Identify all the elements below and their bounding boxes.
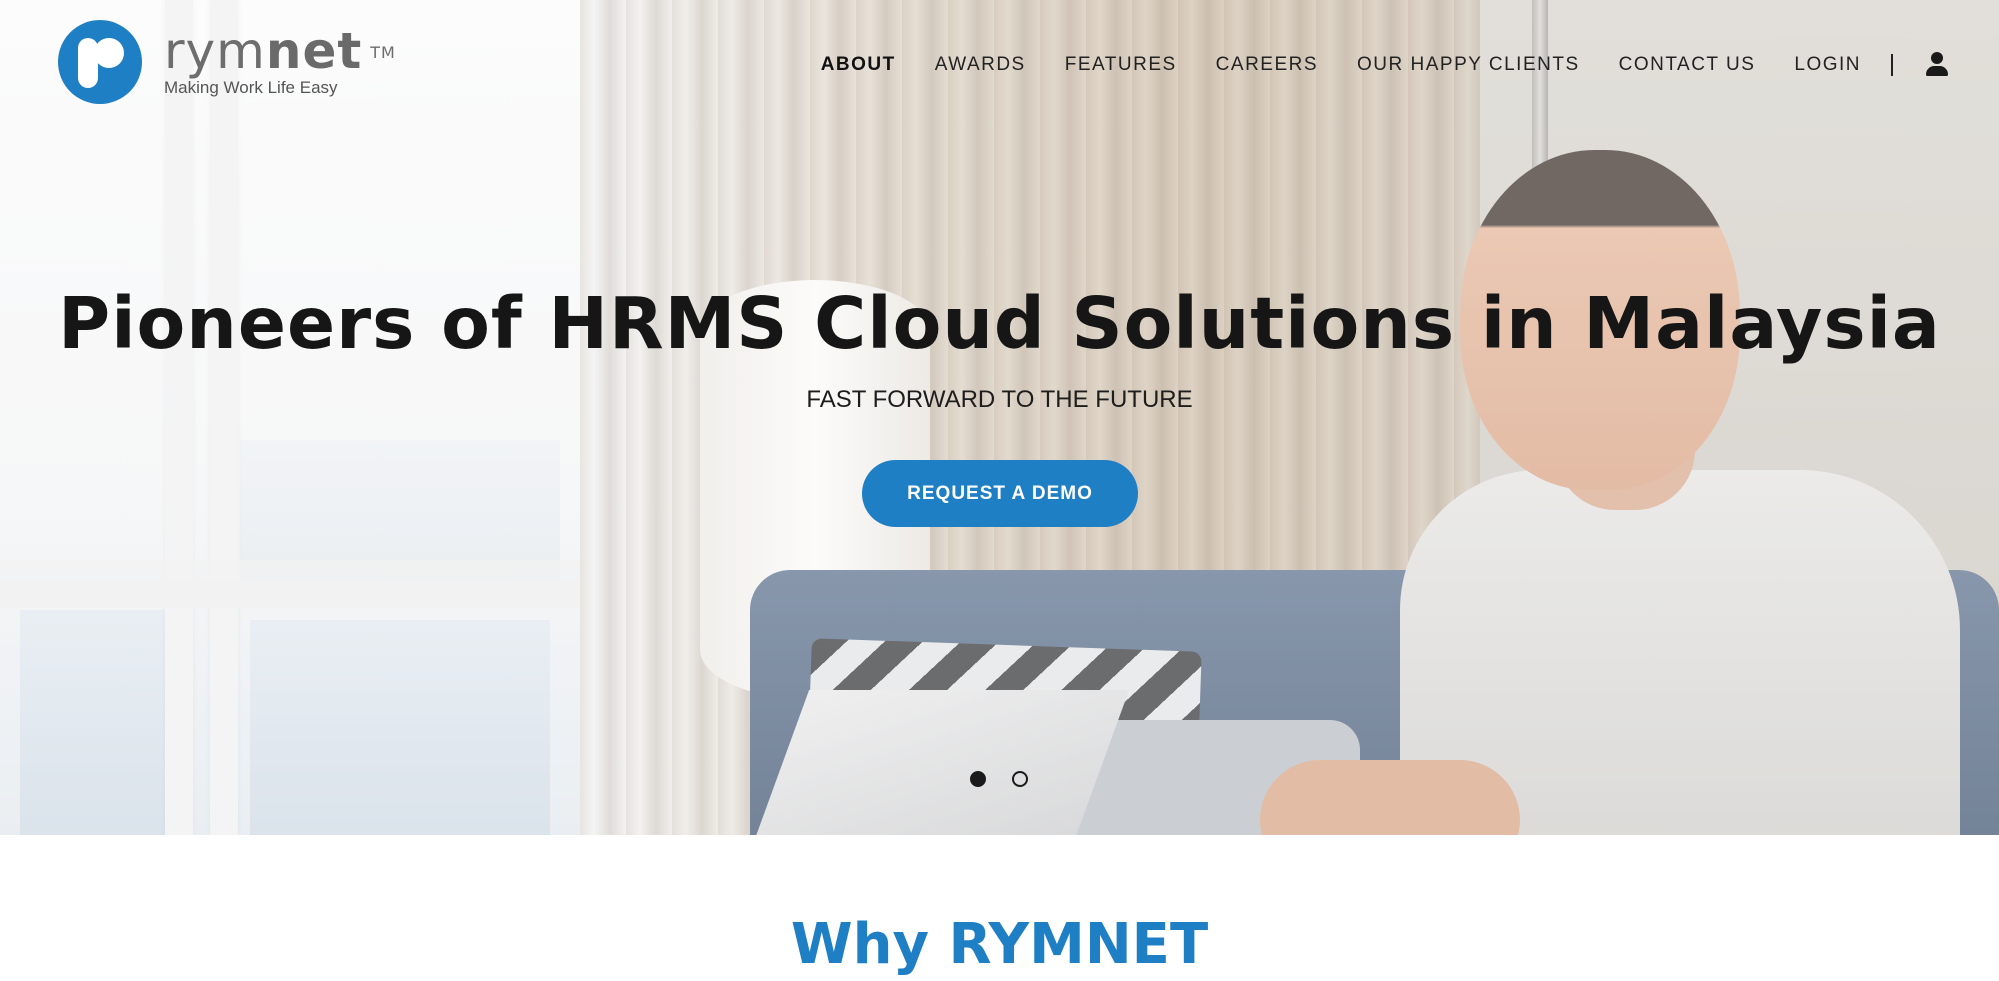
logo-icon	[58, 20, 142, 104]
hero-banner	[0, 0, 1999, 835]
nav-item-contact-us[interactable]: CONTACT US	[1619, 54, 1756, 76]
why-section-heading: Why RYMNET	[790, 912, 1209, 977]
hero-subtitle: FAST FORWARD TO THE FUTURE	[806, 386, 1193, 413]
nav-item-happy-clients[interactable]: OUR HAPPY CLIENTS	[1357, 54, 1580, 76]
brand-tagline: Making Work Life Easy	[164, 78, 338, 97]
user-icon[interactable]	[1925, 52, 1949, 78]
nav-item-login[interactable]: LOGIN	[1794, 54, 1861, 76]
brand-name-light: rym	[164, 22, 266, 80]
nav-item-features[interactable]: FEATURES	[1065, 54, 1177, 76]
request-demo-button[interactable]: REQUEST A DEMO	[862, 460, 1138, 527]
brand-logo[interactable]: rym net TM Making Work Life Easy	[58, 20, 396, 104]
brand-name-bold: net	[265, 22, 363, 80]
nav-item-careers[interactable]: CAREERS	[1216, 54, 1318, 76]
main-nav: ABOUT AWARDS FEATURES CAREERS OUR HAPPY …	[782, 52, 1949, 78]
hero-title: Pioneers of HRMS Cloud Solutions in Mala…	[58, 282, 1941, 365]
brand-name: rym net TM	[164, 24, 396, 80]
carousel-pagination	[970, 771, 1054, 787]
carousel-dot-2[interactable]	[1012, 771, 1028, 787]
carousel-dot-1[interactable]	[970, 771, 986, 787]
trademark-mark: TM	[370, 43, 396, 62]
nav-divider	[1891, 54, 1893, 76]
nav-item-about[interactable]: ABOUT	[821, 54, 896, 76]
nav-item-awards[interactable]: AWARDS	[935, 54, 1026, 76]
